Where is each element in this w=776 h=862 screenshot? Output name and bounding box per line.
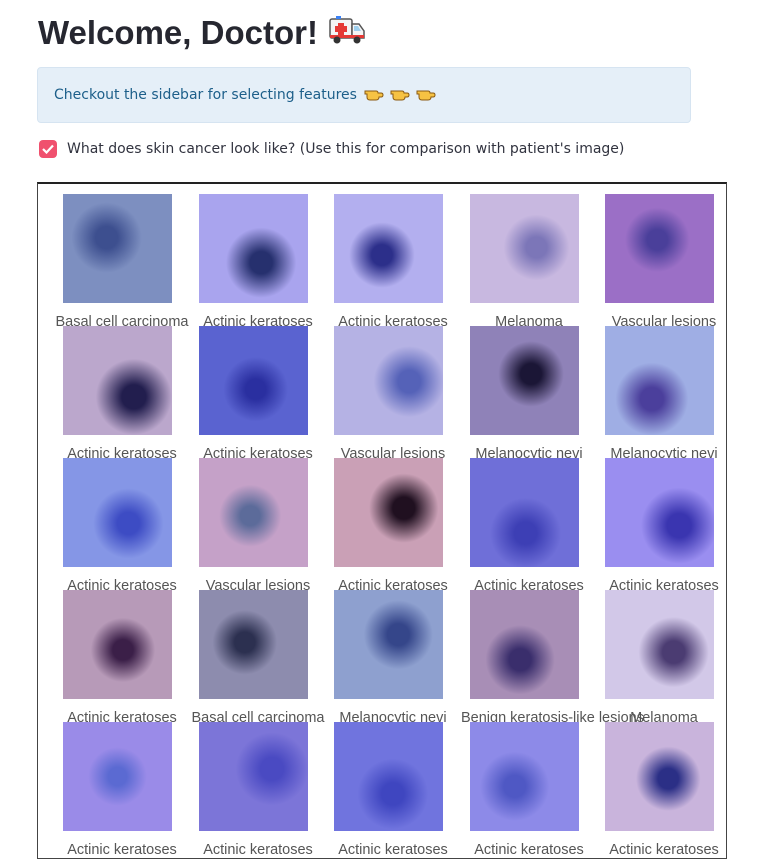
compare-checkbox-row[interactable]: What does skin cancer look like? (Use th… [39,140,624,158]
gallery-item: Actinic keratoses [199,722,335,858]
gallery-item: Actinic keratoses [470,458,606,594]
gallery-item: Melanoma [605,590,741,726]
page-title-text: Welcome, Doctor! [38,14,318,51]
lesion-caption: Actinic keratoses [203,842,313,858]
info-text: Checkout the sidebar for selecting featu… [54,87,357,103]
lesion-caption: Actinic keratoses [474,842,584,858]
gallery-item: Actinic keratoses [63,458,199,594]
gallery-item: Melanocytic nevi [334,590,470,726]
lesion-image [605,326,714,435]
lesion-image [470,326,579,435]
gallery-item: Actinic keratoses [199,194,335,330]
lesion-image [63,722,172,831]
lesion-image [334,194,443,303]
lesion-image [605,194,714,303]
gallery-item: Vascular lesions [334,326,470,462]
lesion-caption: Actinic keratoses [338,842,448,858]
lesion-caption: Actinic keratoses [67,842,177,858]
lesion-image [605,458,714,567]
lesion-image [605,722,714,831]
gallery-item: Actinic keratoses [63,326,199,462]
lesion-image [470,458,579,567]
lesion-caption: Actinic keratoses [609,842,719,858]
lesion-image [470,194,579,303]
gallery-item: Actinic keratoses [334,458,470,594]
gallery-item: Vascular lesions [605,194,741,330]
lesion-image [63,194,172,303]
ambulance-icon [328,15,366,55]
gallery-item: Melanoma [470,194,606,330]
lesion-image [199,326,308,435]
lesion-image [334,326,443,435]
lesion-image [63,458,172,567]
gallery-item: Basal cell carcinoma [56,194,199,330]
lesion-gallery: Basal cell carcinoma Actinic keratoses Act… [37,182,727,859]
lesion-image [605,590,714,699]
gallery-item: Actinic keratoses [605,722,741,858]
gallery-item: Melanocytic nevi [470,326,606,462]
gallery-item: Basal cell carcinoma [192,590,335,726]
page-title: Welcome, Doctor! [38,14,366,55]
lesion-image [470,722,579,831]
gallery-item: Melanocytic nevi [605,326,741,462]
lesion-image [334,590,443,699]
gallery-item: Actinic keratoses [199,326,335,462]
lesion-image [470,590,579,699]
info-alert: Checkout the sidebar for selecting featu… [37,67,691,123]
gallery-item: Benign keratosis-like lesions [461,590,644,726]
lesion-image [334,458,443,567]
hands-group [364,86,436,105]
lesion-image [199,590,308,699]
lesion-image [199,458,308,567]
lesion-image [199,722,308,831]
compare-checkbox[interactable] [39,140,57,158]
pointing-hand-icon [390,86,410,105]
gallery-item: Vascular lesions [199,458,335,594]
gallery-item: Actinic keratoses [63,722,199,858]
gallery-item: Actinic keratoses [605,458,741,594]
lesion-image [63,590,172,699]
pointing-hand-icon [416,86,436,105]
gallery-item: Actinic keratoses [63,590,199,726]
checkmark-icon [42,144,54,154]
gallery-item: Actinic keratoses [334,722,470,858]
pointing-hand-icon [364,86,384,105]
lesion-image [334,722,443,831]
gallery-item: Actinic keratoses [470,722,606,858]
lesion-image [199,194,308,303]
gallery-item: Actinic keratoses [334,194,470,330]
lesion-image [63,326,172,435]
compare-checkbox-label[interactable]: What does skin cancer look like? (Use th… [67,141,624,157]
